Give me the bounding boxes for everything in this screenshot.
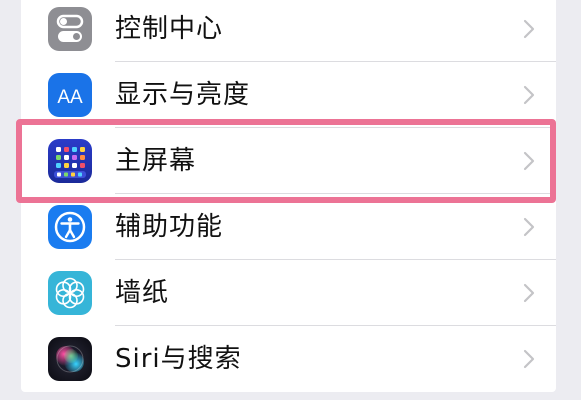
chevron-right-icon bbox=[523, 85, 535, 105]
wallpaper-icon bbox=[48, 271, 92, 315]
settings-item-siri-search[interactable]: Siri与搜索 bbox=[21, 326, 556, 392]
chevron-right-icon bbox=[523, 19, 535, 39]
chevron-right-icon bbox=[523, 217, 535, 237]
settings-item-wallpaper[interactable]: 墙纸 bbox=[21, 260, 556, 326]
settings-item-label: 墙纸 bbox=[115, 278, 170, 308]
settings-item-label: Siri与搜索 bbox=[115, 344, 242, 374]
settings-item-control-center[interactable]: 控制中心 bbox=[21, 0, 556, 62]
settings-item-label: 主屏幕 bbox=[115, 146, 197, 176]
svg-text:AA: AA bbox=[57, 87, 83, 108]
chevron-right-icon bbox=[523, 151, 535, 171]
settings-item-accessibility[interactable]: 辅助功能 bbox=[21, 194, 556, 260]
chevron-right-icon bbox=[523, 283, 535, 303]
settings-item-label: 辅助功能 bbox=[115, 212, 224, 242]
settings-item-label: 显示与亮度 bbox=[115, 80, 251, 110]
chevron-right-icon bbox=[523, 349, 535, 369]
settings-item-label: 控制中心 bbox=[115, 14, 224, 44]
home-screen-icon bbox=[48, 139, 92, 183]
siri-icon bbox=[48, 337, 92, 381]
control-center-icon bbox=[48, 7, 92, 51]
settings-item-home-screen[interactable]: 主屏幕 bbox=[21, 128, 556, 194]
settings-screen: 控制中心 AA 显示与亮度 主屏幕 辅助功能 墙纸 Siri与搜索 bbox=[0, 0, 581, 400]
accessibility-icon bbox=[48, 205, 92, 249]
settings-item-display-brightness[interactable]: AA 显示与亮度 bbox=[21, 62, 556, 128]
settings-list: 控制中心 AA 显示与亮度 主屏幕 辅助功能 墙纸 Siri与搜索 bbox=[21, 0, 556, 392]
display-brightness-icon: AA bbox=[48, 73, 92, 117]
